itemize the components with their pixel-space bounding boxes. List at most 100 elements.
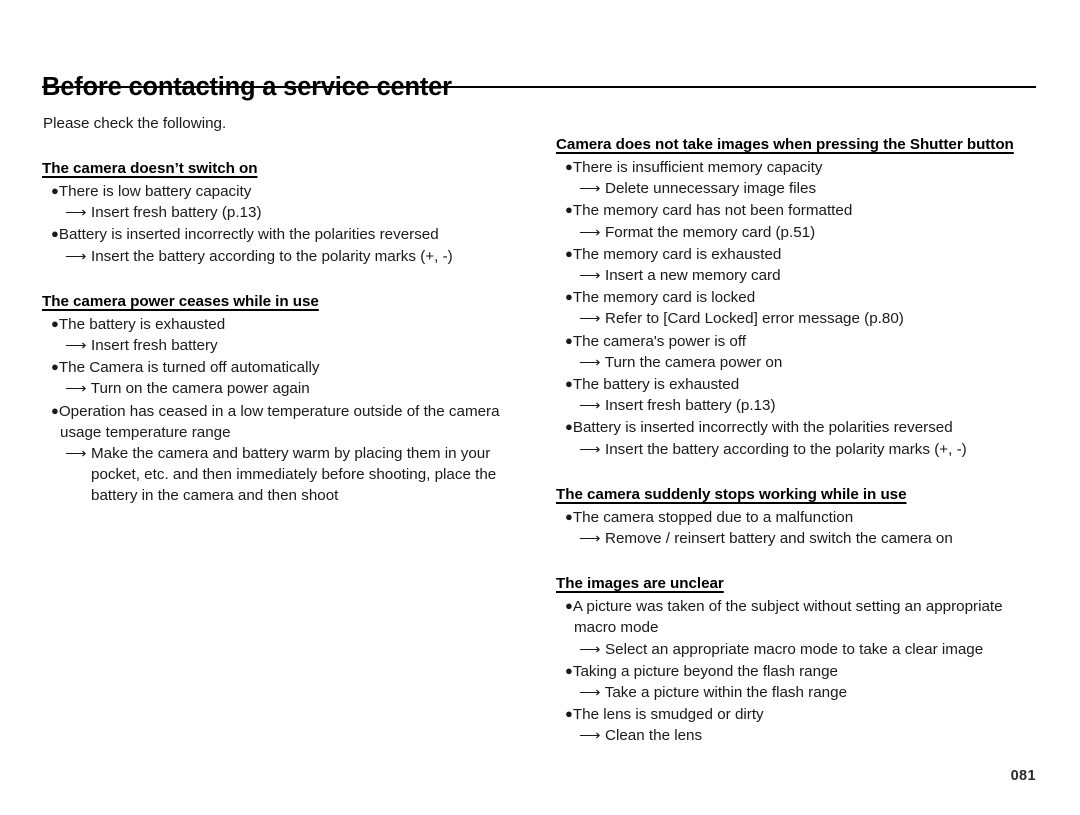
list-item: ●The memory card is locked ⟶ Refer to [Ca… (556, 286, 1046, 329)
symptom-text: ●The camera's power is off (556, 330, 1046, 352)
arrow-right-icon: ⟶ (65, 337, 87, 355)
arrow-right-icon: ⟶ (65, 204, 87, 222)
bullet-icon: ● (565, 159, 573, 174)
symptom-text: ●The battery is exhausted (556, 373, 1046, 395)
symptom-label: The lens is smudged or dirty (572, 706, 764, 724)
list-item: ●The camera stopped due to a malfunction… (556, 506, 1046, 549)
remedy-text: ⟶ Clean the lens (556, 725, 1046, 746)
symptom-label: The Camera is turned off automatically (58, 359, 320, 377)
remedy-label: Turn the camera power on (600, 353, 783, 371)
remedy-label: Remove / reinsert battery and switch the… (600, 530, 953, 548)
troubleshooting-section: The camera suddenly stops working while … (556, 486, 1046, 549)
symptom-text: ●The camera stopped due to a malfunction (556, 506, 1046, 528)
remedy-label: Select an appropriate macro mode to take… (600, 640, 984, 658)
section-heading: The camera power ceases while in use (42, 292, 319, 310)
symptom-text: ●Battery is inserted incorrectly with th… (556, 416, 1046, 438)
section-heading: The camera doesn’t switch on (42, 160, 258, 177)
bullet-icon: ● (51, 226, 59, 242)
remedy-text: ⟶ Insert the battery according to the po… (42, 246, 542, 267)
bullet-icon: ● (565, 706, 573, 722)
list-item: ●The memory card has not been formatted ⟶… (556, 199, 1046, 242)
symptom-text: ●The Camera is turned off automatically (42, 356, 542, 378)
symptom-text: ●The lens is smudged or dirty (556, 703, 1046, 725)
arrow-right-icon: ⟶ (579, 310, 601, 328)
remedy-text: ⟶ Make the camera and battery warm by pl… (42, 443, 542, 507)
arrow-right-icon: ⟶ (579, 684, 601, 702)
symptom-label: There is low battery capacity (58, 183, 252, 200)
arrow-right-icon: ⟶ (65, 445, 87, 463)
list-item: ●The memory card is exhausted ⟶ Insert a … (556, 243, 1046, 286)
symptom-text: ●There is low battery capacity (42, 180, 542, 202)
remedy-label: Make the camera and battery warm by plac… (86, 445, 497, 505)
remedy-text: ⟶ Turn on the camera power again (42, 378, 542, 399)
list-item: ●There is insufficient memory capacity ⟶ … (556, 156, 1046, 199)
bullet-icon: ● (51, 402, 59, 418)
arrow-right-icon: ⟶ (579, 223, 601, 241)
section-heading: Camera does not take images when pressin… (556, 136, 1014, 153)
remedy-label: Format the memory card (p.51) (600, 223, 816, 241)
symptom-label: Battery is inserted incorrectly with the… (572, 419, 953, 437)
symptom-text: ●There is insufficient memory capacity (556, 156, 1046, 178)
bullet-icon: ● (565, 289, 573, 305)
intro-text: Please check the following. (43, 115, 227, 132)
section-heading: The images are unclear (556, 575, 724, 593)
symptom-label: The camera stopped due to a malfunction (572, 508, 854, 526)
symptom-label: The memory card has not been formatted (572, 202, 853, 220)
right-column: Camera does not take images when pressin… (556, 110, 1046, 747)
remedy-label: Delete unnecessary image files (600, 180, 817, 198)
bullet-icon: ● (565, 332, 573, 348)
remedy-label: Take a picture within the flash range (600, 684, 848, 702)
bullet-icon: ● (51, 359, 59, 375)
bullet-icon: ● (565, 202, 573, 218)
symptom-label: Operation has ceased in a low temperatur… (58, 402, 500, 441)
bullet-icon: ● (565, 419, 573, 435)
list-item: ●The camera's power is off ⟶ Turn the cam… (556, 330, 1046, 373)
remedy-text: ⟶ Insert fresh battery (p.13) (556, 395, 1046, 416)
symptom-list: ●The battery is exhausted ⟶ Insert fresh … (42, 313, 542, 507)
symptom-text: ●A picture was taken of the subject with… (556, 595, 1046, 638)
title-divider (42, 86, 1036, 88)
arrow-right-icon: ⟶ (579, 267, 601, 285)
remedy-text: ⟶ Remove / reinsert battery and switch t… (556, 528, 1046, 549)
remedy-text: ⟶ Format the memory card (p.51) (556, 222, 1046, 243)
bullet-icon: ● (565, 376, 573, 392)
bullet-icon: ● (565, 598, 573, 614)
remedy-text: ⟶ Turn the camera power on (556, 352, 1046, 373)
list-item: ●The lens is smudged or dirty ⟶ Clean the… (556, 703, 1046, 746)
remedy-label: Insert the battery according to the pola… (600, 440, 967, 458)
symptom-label: The battery is exhausted (572, 376, 740, 394)
remedy-text: ⟶ Take a picture within the flash range (556, 682, 1046, 703)
symptom-list: ●There is low battery capacity ⟶ Insert f… (42, 180, 542, 267)
left-column-sections: The camera doesn’t switch on ●There is lo… (42, 160, 542, 507)
section-heading: The camera suddenly stops working while … (556, 485, 907, 503)
remedy-text: ⟶ Insert the battery according to the po… (556, 439, 1046, 460)
symptom-label: The memory card is exhausted (572, 245, 782, 263)
symptom-list: ●There is insufficient memory capacity ⟶ … (556, 156, 1046, 460)
symptom-label: The battery is exhausted (58, 315, 226, 333)
symptom-label: Battery is inserted incorrectly with the… (58, 226, 439, 244)
arrow-right-icon: ⟶ (579, 397, 601, 415)
troubleshooting-section: The camera power ceases while in use ●The… (42, 293, 542, 507)
symptom-label: The memory card is locked (572, 289, 756, 307)
bullet-icon: ● (565, 508, 573, 524)
manual-page: Before contacting a service center Pleas… (0, 0, 1080, 815)
symptom-label: Taking a picture beyond the flash range (572, 662, 838, 680)
bullet-icon: ● (565, 662, 573, 678)
arrow-right-icon: ⟶ (579, 530, 601, 548)
arrow-right-icon: ⟶ (65, 247, 87, 265)
remedy-text: ⟶ Insert fresh battery (42, 335, 542, 356)
list-item: ●Taking a picture beyond the flash range… (556, 660, 1046, 703)
bullet-icon: ● (51, 315, 59, 331)
remedy-label: Insert fresh battery (p.13) (600, 397, 776, 415)
page-number: 081 (1010, 768, 1036, 784)
remedy-text: ⟶ Refer to [Card Locked] error message (… (556, 308, 1046, 329)
troubleshooting-section: The images are unclear ●A picture was tak… (556, 575, 1046, 746)
symptom-text: ●Operation has ceased in a low temperatu… (42, 400, 542, 443)
troubleshooting-section: The camera doesn’t switch on ●There is lo… (42, 160, 542, 267)
remedy-label: Insert fresh battery (p.13) (86, 204, 262, 222)
remedy-text: ⟶ Select an appropriate macro mode to ta… (556, 639, 1046, 660)
list-item: ●Battery is inserted incorrectly with th… (556, 416, 1046, 459)
symptom-text: ●Taking a picture beyond the flash range (556, 660, 1046, 682)
symptom-text: ●The battery is exhausted (42, 313, 542, 335)
arrow-right-icon: ⟶ (579, 180, 601, 198)
